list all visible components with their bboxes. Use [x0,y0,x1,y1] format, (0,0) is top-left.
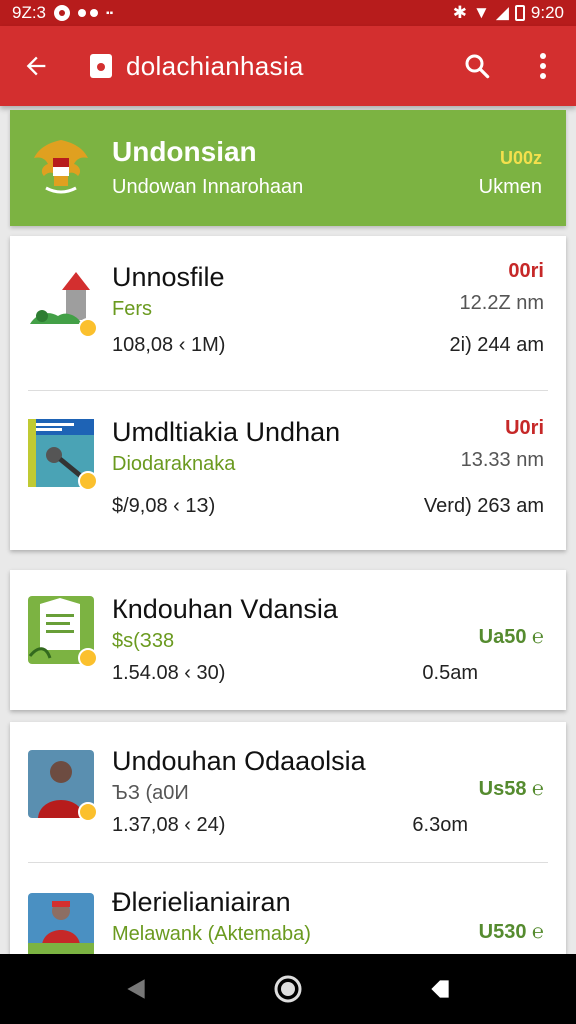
item-meta: 1.54.08 ‹ 30) [112,662,226,684]
item-meta: 108,08 ‹ 1M) [112,334,226,356]
person-portrait-icon [28,750,98,822]
nav-home-button[interactable] [253,954,323,1024]
app-bar-title: dolachianhasia [126,50,304,81]
battery-icon [514,5,525,21]
status-bar: 9Z:3 ▪▪ ✱ ▼ ◢ 9:20 [0,0,576,26]
list-item[interactable]: Кndouhan Vdansia $s(З38 1.54.08 ‹ 30) Ua… [10,570,566,710]
green-document-icon [28,596,98,668]
coin-badge-icon [78,802,98,822]
document-hammer-icon [28,419,98,491]
item-time-secondary: 2i) 244 am [449,334,545,356]
wifi-icon: ▼ [473,3,490,22]
system-navigation-bar [0,954,576,1024]
overflow-menu-button[interactable] [510,26,576,106]
nav-home-icon [274,975,302,1003]
status-time-left: 9Z:3 [12,3,47,22]
notification-icon [54,5,71,21]
status-time-right: 9:20 [530,3,564,22]
app-bar: dolachianhasia [0,26,576,106]
item-meta: 1.37,08 ‹ 24) [112,814,226,836]
item-price: Us58 ℮ [478,778,544,800]
item-title: Кndouhan Vdansia [112,594,338,624]
signal-icon: ◢ [495,3,509,22]
nav-recents-button[interactable] [405,954,475,1024]
more-notifications-icon: ▪▪ [106,7,114,19]
list-item[interactable]: Undouhan Odaaolsia ЪЗ (a0И 1.37,08 ‹ 24)… [10,722,566,862]
bluetooth-icon: ✱ [452,3,467,22]
nav-recents-icon [431,980,449,998]
house-plant-icon [28,266,98,338]
person-scene-icon [28,893,94,961]
more-vertical-icon [540,53,546,79]
item-time-secondary: 0.5am [422,662,478,684]
back-arrow-icon [26,56,46,76]
nav-back-icon [127,979,145,999]
item-title: Umdltiakia Undhan [112,417,341,447]
item-subtitle: Melawank (Aktemaba) [112,923,311,945]
hero-badge: U00z [499,148,542,168]
item-title: Unnosfile [112,262,225,292]
item-subtitle: Diodaraknaka [112,453,236,475]
item-time: 12.2Z nm [459,292,544,314]
item-subtitle: Fers [112,298,152,320]
item-title: Undouhan Odaaolsia [112,746,366,776]
site-lock-icon [90,54,112,78]
listing-card: Unnosfile Fers 108,08 ‹ 1M) 00ri 12.2Z n… [10,236,566,550]
item-price: U0ri [505,417,544,439]
item-subtitle: $s(З38 [112,630,175,652]
item-time-secondary: Verd) 263 am [423,495,544,517]
item-price: 00ri [508,260,544,282]
nav-back-button[interactable] [101,954,171,1024]
listing-card: Undouhan Odaaolsia ЪЗ (a0И 1.37,08 ‹ 24)… [10,722,566,972]
back-button[interactable] [0,26,72,106]
list-item[interactable]: Umdltiakia Undhan Diodaraknaka $/9,08 ‹ … [28,390,548,544]
item-time: 13.33 nm [460,449,544,471]
coin-badge-icon [78,318,98,338]
hero-subtitle: Undowan Innarohaan [112,176,304,198]
hero-banner[interactable]: Undonsian Undowan Innarohaan U00z Ukmen [10,110,566,226]
item-subtitle: ЪЗ (a0И [112,782,189,804]
coin-badge-icon [78,471,98,491]
search-button[interactable] [444,26,510,106]
list-item[interactable]: Unnosfile Fers 108,08 ‹ 1M) 00ri 12.2Z n… [10,236,566,390]
search-icon [465,54,490,79]
hero-title: Undonsian [112,136,257,167]
coin-badge-icon [78,648,98,668]
item-time-secondary: 6.3om [412,814,468,836]
hero-right-text: Ukmen [478,176,542,198]
item-price: U530 ℮ [478,921,544,943]
item-meta: $/9,08 ‹ 1З) [112,495,216,517]
item-title: Ðlerielianiairan [112,887,291,917]
item-price: Ua50 ℮ [478,626,544,648]
voicemail-icon [78,9,99,17]
listing-card: Кndouhan Vdansia $s(З38 1.54.08 ‹ 30) Ua… [10,570,566,710]
garuda-emblem-icon [34,140,88,194]
